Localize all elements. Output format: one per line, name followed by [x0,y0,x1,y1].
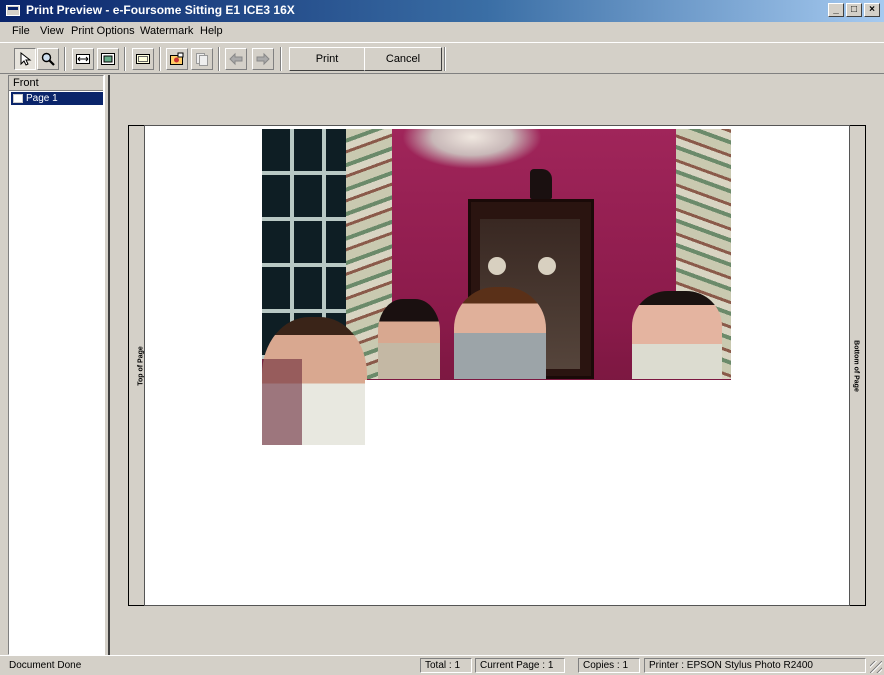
forward-arrow-icon[interactable] [252,48,274,70]
zoom-icon[interactable] [37,48,59,70]
status-bar: Document Done Total : 1 Current Page : 1… [0,655,884,675]
menu-print-options[interactable]: Print Options [71,25,135,37]
page-setup-icon[interactable] [132,48,154,70]
open-image-icon[interactable] [166,48,188,70]
status-copies: Copies : 1 [578,658,640,673]
status-current-page: Current Page : 1 [475,658,565,673]
photo-cropped-area [365,380,731,445]
menu-view[interactable]: View [40,25,64,37]
maximize-button[interactable]: □ [846,3,862,17]
fit-page-icon[interactable] [97,48,119,70]
minimize-button[interactable]: _ [828,3,844,17]
bottom-of-page-marker: Bottom of Page [850,125,866,606]
page-list-item-page-1[interactable]: Page 1 [11,92,103,105]
fit-width-icon[interactable] [72,48,94,70]
copy-icon[interactable] [191,48,213,70]
page-list-item-label: Page 1 [26,93,58,104]
back-arrow-icon[interactable] [225,48,247,70]
toolbar-separator [124,47,126,71]
cancel-button[interactable]: Cancel [364,47,442,71]
photo-image[interactable] [262,129,731,445]
toolbar-separator [159,47,161,71]
window-controls: _ □ × [828,3,880,17]
top-of-page-marker: Top of Page [128,125,145,606]
preview-area: Top of Page Bottom of Page [110,75,884,655]
page-list-header: Front [9,76,103,91]
print-button[interactable]: Print [289,47,365,71]
window-title: Print Preview - e-Foursome Sitting E1 IC… [26,3,295,17]
menu-bar: File View Print Options Watermark Help [0,22,884,42]
page-list-panel: Front Page 1 [8,75,104,655]
app-icon[interactable] [6,5,20,16]
bottom-of-page-label: Bottom of Page [852,338,860,394]
status-message: Document Done [9,660,82,671]
toolbar-separator [218,47,220,71]
toolbar-separator [444,47,446,71]
menu-file[interactable]: File [12,25,30,37]
status-total: Total : 1 [420,658,472,673]
toolbar-separator [64,47,66,71]
print-page [144,125,850,606]
toolbar: Print Cancel [0,42,884,74]
status-printer: Printer : EPSON Stylus Photo R2400 [644,658,866,673]
resize-grip[interactable] [870,661,882,673]
menu-help[interactable]: Help [200,25,223,37]
title-bar: Print Preview - e-Foursome Sitting E1 IC… [0,0,884,22]
menu-watermark[interactable]: Watermark [140,25,193,37]
toolbar-separator [280,47,282,71]
pointer-icon[interactable] [14,48,36,70]
page-thumbnail-icon [13,94,23,103]
close-button[interactable]: × [864,3,880,17]
